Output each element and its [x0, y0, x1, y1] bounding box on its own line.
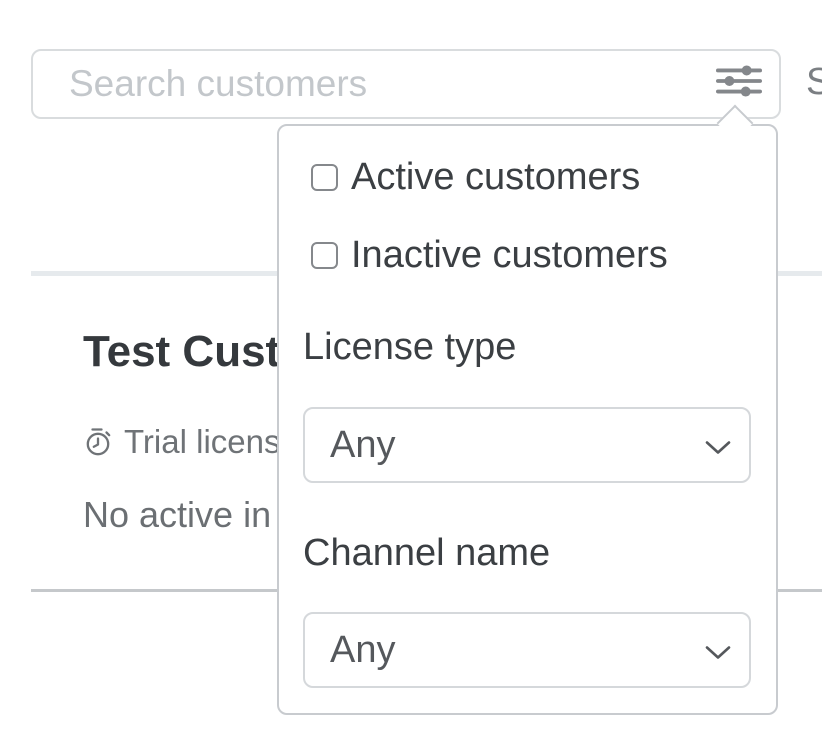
active-customers-checkbox[interactable]: [311, 164, 338, 191]
license-type-value: Any: [330, 424, 395, 467]
customer-name-heading: Test Cust: [83, 327, 280, 377]
filter-button[interactable]: [708, 56, 770, 106]
license-info-text: Trial licens: [124, 423, 280, 461]
timer-icon: [83, 427, 113, 457]
inactive-customers-label: Inactive customers: [351, 234, 668, 277]
instance-status-text: No active in: [83, 494, 271, 536]
customer-search-page: S Test Cust Trial licens No active in Ac…: [0, 0, 822, 756]
inactive-customers-option[interactable]: Inactive customers: [311, 234, 668, 277]
truncated-right-label: S: [806, 61, 822, 103]
inactive-customers-checkbox[interactable]: [311, 242, 338, 269]
channel-name-select[interactable]: Any: [303, 612, 751, 688]
chevron-down-icon: [705, 440, 731, 455]
channel-name-value: Any: [330, 629, 395, 672]
license-info-row: Trial licens: [83, 423, 280, 461]
active-customers-option[interactable]: Active customers: [311, 156, 640, 199]
channel-name-label: Channel name: [303, 531, 550, 575]
sliders-icon: [716, 65, 762, 97]
chevron-down-icon: [705, 645, 731, 660]
license-type-select[interactable]: Any: [303, 407, 751, 483]
active-customers-label: Active customers: [351, 156, 640, 199]
filter-popover: Active customers Inactive customers Lice…: [277, 124, 778, 715]
license-type-label: License type: [303, 325, 516, 369]
search-input[interactable]: [31, 49, 781, 119]
